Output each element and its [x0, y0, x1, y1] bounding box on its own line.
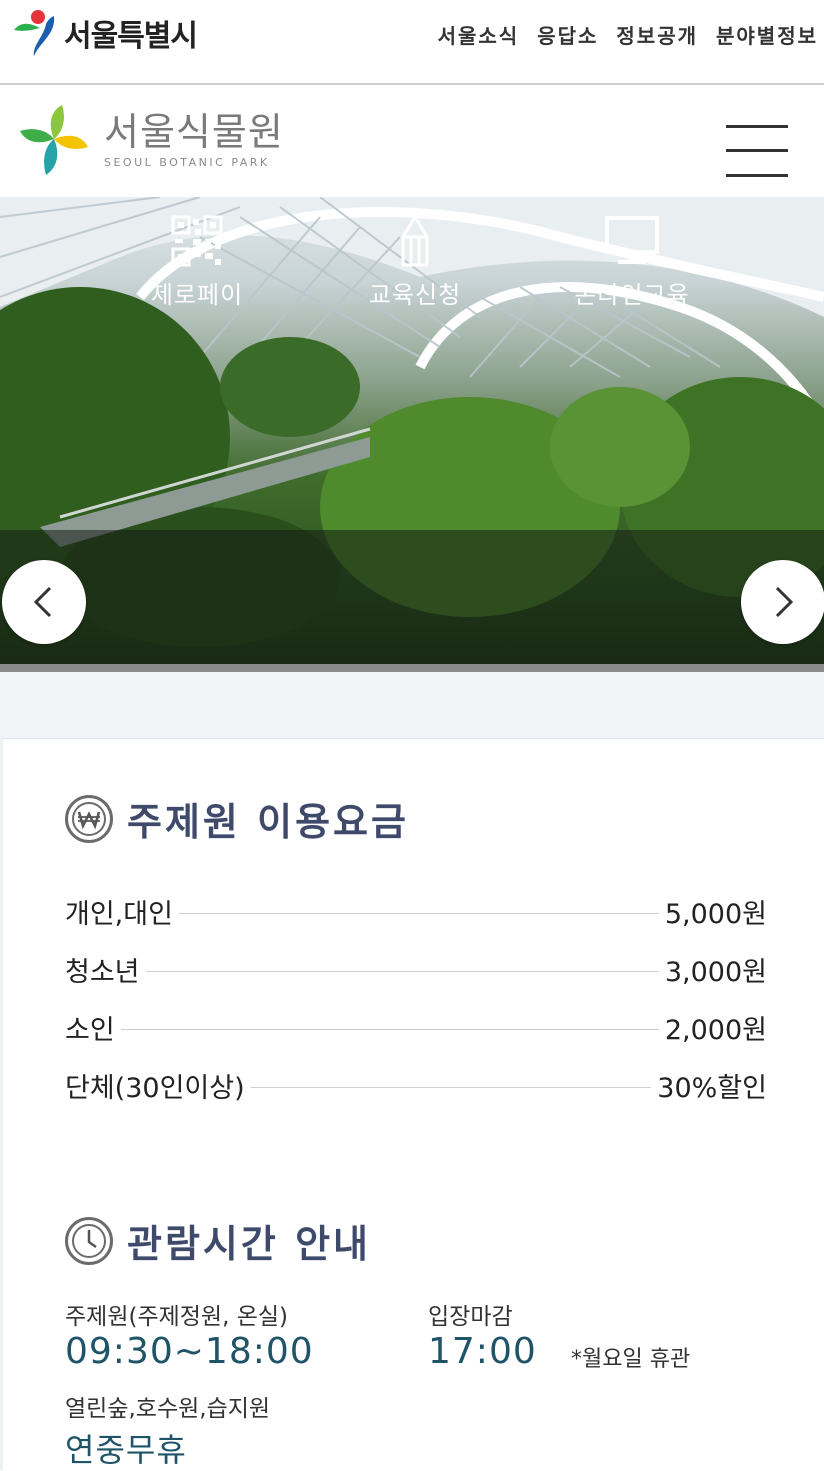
fee-label: 개인,대인: [65, 898, 173, 930]
fee-row-youth: 청소년 3,000원: [65, 949, 767, 989]
top-nav-field-info[interactable]: 분야별정보: [716, 20, 818, 49]
pinwheel-leaf-icon: [20, 105, 88, 175]
site-header: 서울식물원 SEOUL BOTANIC PARK: [0, 85, 824, 197]
hamburger-line: [726, 174, 788, 177]
fee-label: 단체(30인이상): [65, 1072, 245, 1104]
seoul-city-name: 서울특별시: [64, 19, 198, 54]
last-entry-label: 입장마감: [428, 1304, 513, 1330]
hamburger-menu-button[interactable]: [726, 125, 788, 177]
top-nav: 서울소식 응답소 정보공개 분야별정보: [438, 20, 818, 49]
hamburger-line: [726, 149, 788, 152]
info-panel: 주제원 이용요금 개인,대인 5,000원 청소년 3,000원 소인 2,00…: [0, 738, 824, 1470]
fee-row-child: 소인 2,000원: [65, 1007, 767, 1047]
seoul-symbol-icon: [14, 10, 55, 56]
seoul-city-logo[interactable]: 서울특별시: [10, 6, 198, 60]
clock-icon: [65, 1216, 113, 1265]
logo-english-name: SEOUL BOTANIC PARK: [104, 155, 270, 169]
fee-label: 소인: [65, 1014, 115, 1046]
botanic-park-logo[interactable]: 서울식물원 SEOUL BOTANIC PARK: [18, 103, 284, 177]
pencil-icon: [401, 215, 429, 267]
quick-link-education[interactable]: 교육신청: [335, 215, 495, 310]
quick-link-online-education[interactable]: 온라인교육: [552, 215, 712, 310]
quick-link-label: 온라인교육: [574, 281, 690, 309]
quick-link-zeropay[interactable]: 제로페이: [117, 215, 277, 310]
fees-section-title: 주제원 이용요금: [65, 791, 409, 846]
hamburger-icon: [726, 125, 788, 128]
closed-day-note: *월요일 휴관: [571, 1347, 691, 1372]
fee-value: 30%할인: [657, 1072, 767, 1104]
qr-code-icon: [171, 215, 223, 267]
fee-row-adult: 개인,대인 5,000원: [65, 891, 767, 931]
monitor-icon: [605, 216, 659, 264]
fees-title: 주제원 이용요금: [127, 800, 409, 844]
quick-links-bar: [0, 530, 824, 664]
logo-korean-name: 서울식물원: [104, 109, 284, 154]
leader-line: [145, 970, 659, 972]
leader-line: [250, 1086, 652, 1088]
fee-label: 청소년: [65, 956, 140, 988]
chevron-right-icon: [775, 586, 794, 618]
carousel-prev-button[interactable]: [2, 560, 86, 644]
fee-value: 2,000원: [664, 1014, 767, 1046]
top-nav-news[interactable]: 서울소식: [438, 20, 520, 49]
top-bar: 서울특별시 서울소식 응답소 정보공개 분야별정보: [0, 0, 824, 85]
won-icon: [65, 794, 113, 843]
fee-row-group: 단체(30인이상) 30%할인: [65, 1065, 767, 1105]
leader-line: [178, 912, 659, 914]
top-nav-disclosure[interactable]: 정보공개: [616, 20, 698, 49]
hero-banner: 제로페이 교육신청 온라인교육: [0, 197, 824, 664]
hero-divider: [0, 664, 824, 672]
section-spacer: [0, 672, 824, 738]
fee-value: 5,000원: [664, 898, 767, 930]
quick-link-label: 교육신청: [368, 281, 462, 309]
main-garden-label: 주제원(주제정원, 온실): [65, 1304, 289, 1330]
main-garden-hours: 09:30~18:00: [65, 1331, 314, 1372]
leader-line: [120, 1028, 659, 1030]
outdoor-garden-label: 열린숲,호수원,습지원: [65, 1396, 271, 1422]
hours-title: 관람시간 안내: [127, 1222, 371, 1266]
top-nav-response[interactable]: 응답소: [537, 20, 598, 49]
carousel-next-button[interactable]: [741, 560, 824, 644]
hours-section-title: 관람시간 안내: [65, 1213, 371, 1268]
last-entry-time: 17:00: [428, 1331, 537, 1372]
chevron-left-icon: [33, 586, 52, 618]
outdoor-garden-hours: 연중무휴: [65, 1431, 187, 1469]
fee-value: 3,000원: [664, 956, 767, 988]
quick-link-label: 제로페이: [150, 281, 244, 309]
